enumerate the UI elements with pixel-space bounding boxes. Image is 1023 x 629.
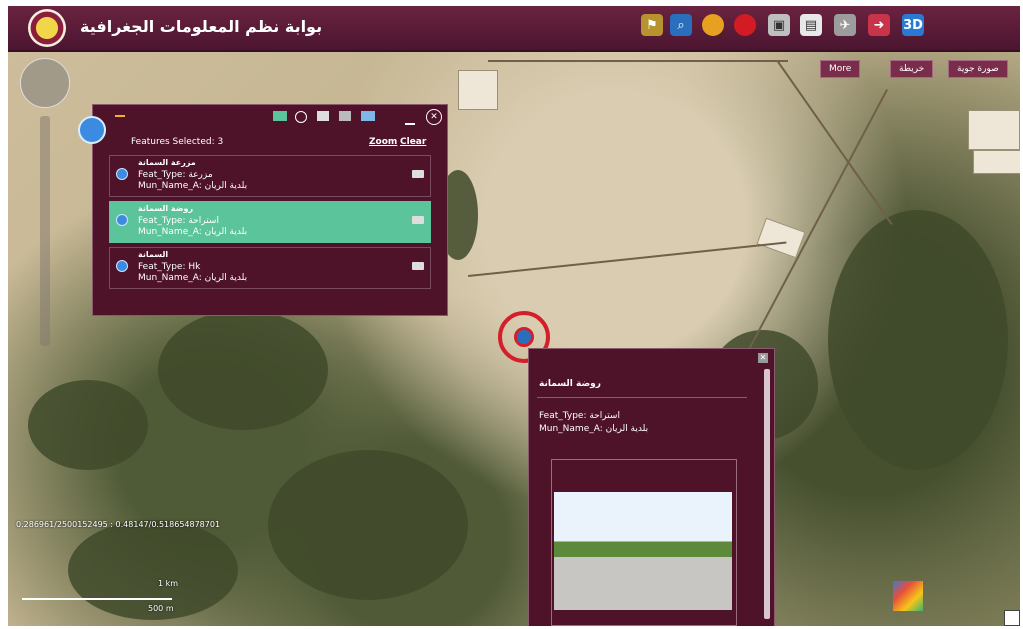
building: [458, 70, 498, 110]
feature-type: Feat_Type: Hk: [138, 262, 201, 272]
building: [973, 150, 1020, 174]
search-icon: [116, 260, 128, 272]
satellite-icon[interactable]: ✈: [834, 14, 856, 36]
close-icon[interactable]: ✕: [758, 353, 768, 363]
print-icon[interactable]: [317, 111, 329, 121]
minimize-icon[interactable]: [405, 123, 415, 125]
orange-circle-icon[interactable]: [702, 14, 724, 36]
table-icon[interactable]: [412, 262, 424, 270]
popup-title: روضة السمانة: [539, 379, 601, 389]
app-header: بوابة نظم المعلومات الجغرافية ⚑ ⌕ ▣ ▤ ✈ …: [8, 6, 1020, 52]
map-layer-button[interactable]: خريطة: [890, 60, 934, 78]
vegetation: [268, 450, 468, 600]
feature-name: السمانة: [138, 250, 169, 259]
zoom-slider[interactable]: [40, 116, 50, 346]
vegetation: [158, 310, 328, 430]
feature-item[interactable]: مزرعة السمانة Feat_Type: مزرعة Mun_Name_…: [109, 155, 431, 197]
feature-item[interactable]: السمانة Feat_Type: Hk Mun_Name_A: بلدية …: [109, 247, 431, 289]
document-icon[interactable]: ▤: [800, 14, 822, 36]
scrollbar[interactable]: [764, 369, 770, 619]
coordinates-readout: 0.286961/2500152495 : 0.48147/0.51865487…: [16, 520, 221, 529]
feature-municipality: Mun_Name_A: بلدية الريان: [138, 181, 248, 191]
photo-frame: [551, 459, 737, 626]
search-cursor-icon: [78, 116, 106, 144]
features-count: Features Selected: 3: [131, 137, 224, 147]
popup-type: Feat_Type: استراحة: [539, 411, 620, 421]
arrow-icon[interactable]: ➜: [868, 14, 890, 36]
table-view-icon[interactable]: [361, 111, 375, 121]
feature-name: مزرعة السمانة: [138, 158, 196, 167]
minimize-marker: [115, 115, 125, 117]
search-icon[interactable]: ⌕: [670, 14, 692, 36]
feature-popup: ✕ روضة السمانة Feat_Type: استراحة Mun_Na…: [528, 348, 775, 626]
headset-icon[interactable]: [295, 111, 307, 123]
search-icon: [116, 168, 128, 180]
vegetation: [828, 210, 1008, 470]
road: [776, 60, 893, 225]
app-logo: [28, 9, 66, 47]
feature-photo: [554, 492, 732, 610]
export-icon[interactable]: [339, 111, 351, 121]
zoom-link[interactable]: Zoom: [369, 137, 397, 147]
search-icon: [116, 214, 128, 226]
aerial-layer-button[interactable]: صورة جوية: [948, 60, 1008, 78]
app-title: بوابة نظم المعلومات الجغرافية: [80, 17, 323, 36]
clear-link[interactable]: Clear: [400, 137, 426, 147]
pan-control[interactable]: [20, 58, 70, 108]
divider: [537, 397, 747, 398]
close-icon[interactable]: ✕: [426, 109, 442, 125]
table-icon[interactable]: [412, 216, 424, 224]
road: [488, 60, 788, 62]
feature-municipality: Mun_Name_A: بلدية الريان: [138, 227, 248, 237]
building: [968, 110, 1020, 150]
road: [468, 241, 787, 277]
features-panel: ✕ Features Selected: 3 Zoom Clear مزرعة …: [92, 104, 448, 316]
popup-municipality: Mun_Name_A: بلدية الريان: [539, 424, 649, 434]
resize-handle[interactable]: [1004, 610, 1020, 626]
watermark-logo: [893, 581, 923, 611]
camera-icon[interactable]: ▣: [768, 14, 790, 36]
feature-type: Feat_Type: استراحة: [138, 216, 219, 226]
vegetation: [28, 380, 148, 470]
table-icon[interactable]: [412, 170, 424, 178]
feature-item-selected[interactable]: روضة السمانة Feat_Type: استراحة Mun_Name…: [109, 201, 431, 243]
feature-name: روضة السمانة: [138, 204, 194, 213]
red-circle-icon[interactable]: [734, 14, 756, 36]
scale-label: 1 km: [158, 579, 179, 588]
3d-icon[interactable]: 3D: [902, 14, 924, 36]
feature-type: Feat_Type: مزرعة: [138, 170, 213, 180]
screenshot-frame: بوابة نظم المعلومات الجغرافية ⚑ ⌕ ▣ ▤ ✈ …: [8, 6, 1020, 626]
more-layers-button[interactable]: More: [820, 60, 861, 78]
flag-icon[interactable]: ⚑: [641, 14, 663, 36]
feature-municipality: Mun_Name_A: بلدية الريان: [138, 273, 248, 283]
list-view-icon[interactable]: [273, 111, 287, 121]
scale-label: 500 m: [148, 604, 174, 613]
scale-bar: [22, 598, 172, 600]
